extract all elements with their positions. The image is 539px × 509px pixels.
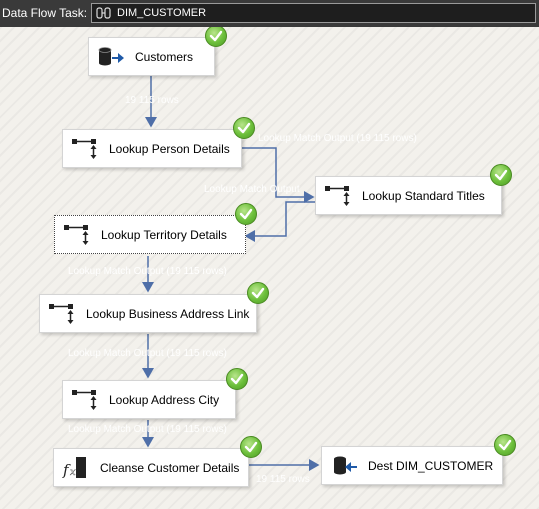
- lookup-business-address-link-node[interactable]: Lookup Business Address Link: [39, 294, 257, 333]
- node-label: Dest DIM_CUSTOMER: [368, 459, 494, 473]
- lookup-icon: [71, 138, 99, 160]
- lookup-territory-details-node[interactable]: Lookup Territory Details: [54, 215, 246, 254]
- success-check-icon: [247, 282, 269, 304]
- lookup-address-city-node[interactable]: Lookup Address City: [62, 380, 236, 419]
- path-titles-to-territory[interactable]: [244, 201, 316, 242]
- success-check-icon: [494, 434, 516, 456]
- lookup-standard-titles-node[interactable]: Lookup Standard Titles: [315, 176, 502, 215]
- path-label-address-city: Lookup Match Output (19 115 rows): [68, 424, 227, 435]
- data-flow-task-bar: Data Flow Task: DIM_CUSTOMER: [0, 0, 539, 27]
- data-flow-task-label: Data Flow Task:: [2, 6, 88, 20]
- database-destination-icon: [330, 455, 358, 477]
- dest-dim-customer-node[interactable]: Dest DIM_CUSTOMER: [321, 446, 503, 485]
- node-label: Lookup Standard Titles: [362, 189, 485, 203]
- svg-text:x: x: [70, 467, 76, 478]
- success-check-icon: [233, 117, 255, 139]
- lookup-icon: [48, 303, 76, 325]
- node-label: Lookup Business Address Link: [86, 307, 250, 321]
- path-label-customers: 19 115 rows: [125, 95, 179, 106]
- success-check-icon: [240, 436, 262, 458]
- lookup-icon: [63, 224, 91, 246]
- path-label-person: Lookup Match Output (19 115 rows): [258, 133, 417, 144]
- source-customers-node[interactable]: Customers: [88, 37, 215, 76]
- node-label: Customers: [135, 50, 194, 64]
- success-check-icon: [490, 164, 512, 186]
- data-flow-task-dropdown[interactable]: DIM_CUSTOMER: [91, 3, 536, 23]
- data-flow-icon: [96, 6, 112, 20]
- node-label: Cleanse Customer Details: [100, 461, 240, 475]
- path-label-cleanse: 19 115 rows: [256, 474, 310, 485]
- node-label: Lookup Person Details: [109, 142, 230, 156]
- success-check-icon: [226, 368, 248, 390]
- lookup-icon: [71, 389, 99, 411]
- path-label-territory: Lookup Match Output (19 115 rows): [68, 266, 227, 277]
- path-label-titles: Lookup Match Output: [204, 184, 300, 195]
- lookup-icon: [324, 185, 352, 207]
- database-source-icon: [97, 46, 125, 68]
- cleanse-customer-details-node[interactable]: f x Cleanse Customer Details: [53, 448, 249, 487]
- node-label: Lookup Territory Details: [101, 228, 227, 242]
- data-flow-task-name: DIM_CUSTOMER: [117, 7, 207, 19]
- node-label: Lookup Address City: [109, 393, 220, 407]
- data-flow-canvas[interactable]: 19 115 rows Lookup Match Output (19 115 …: [0, 27, 539, 509]
- lookup-person-details-node[interactable]: Lookup Person Details: [62, 129, 242, 168]
- success-check-icon: [235, 203, 257, 225]
- path-label-address-link: Lookup Match Output (19 115 rows): [68, 348, 227, 359]
- derived-column-fx-icon: f x: [62, 457, 90, 479]
